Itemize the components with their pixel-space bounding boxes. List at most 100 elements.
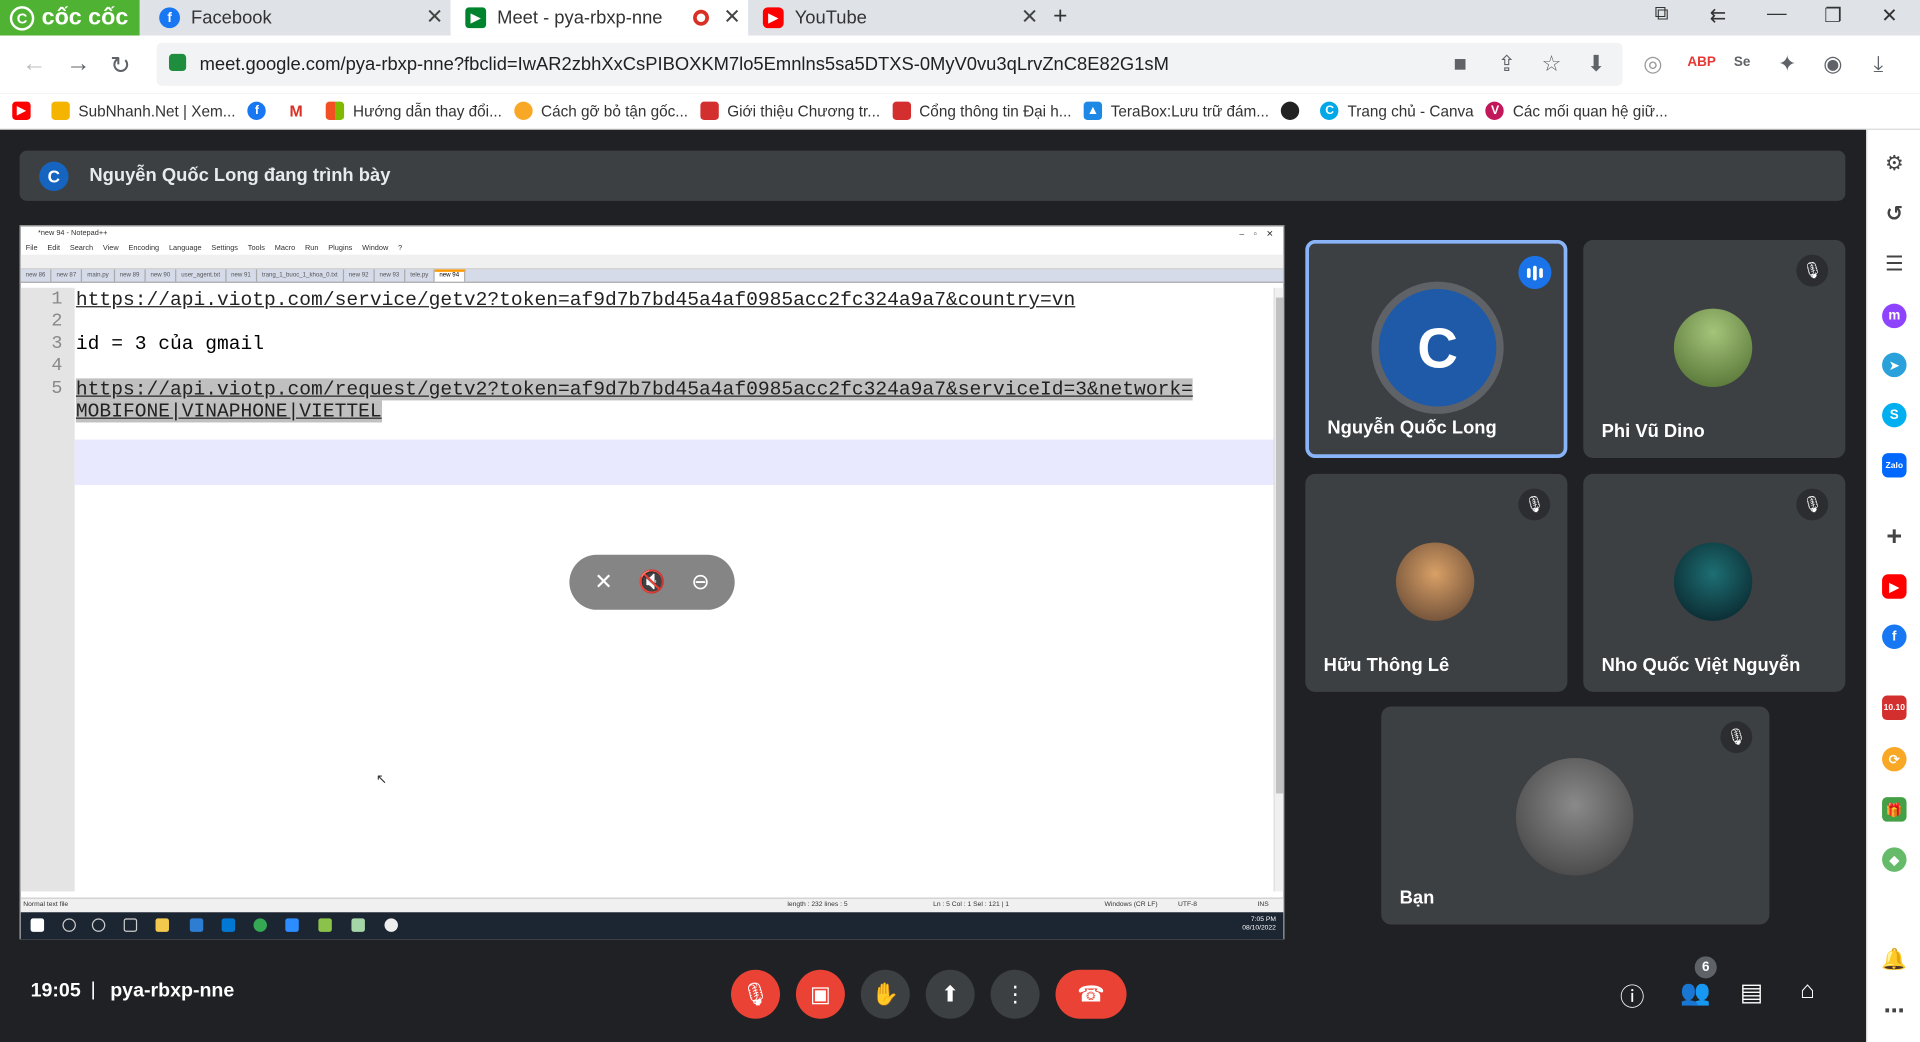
notepad-file-tab[interactable]: new 90: [146, 269, 177, 282]
bookmark-cachgo[interactable]: Cách gỡ bỏ tận gốc...: [514, 101, 688, 121]
telegram-icon[interactable]: ➤: [1882, 352, 1907, 378]
notepad-file-tab[interactable]: main.py: [82, 269, 115, 282]
notepad-file-tab[interactable]: trang_1_buoc_1_khoa_0.txt: [257, 269, 344, 282]
notepad-menu-item[interactable]: Plugins: [328, 242, 352, 254]
bookmark-congthongtin[interactable]: Cổng thông tin Đại h...: [892, 101, 1072, 121]
game-icon[interactable]: ◆: [1882, 847, 1907, 872]
download-page-icon[interactable]: ⬇: [1587, 51, 1605, 77]
profile-icon[interactable]: ◉: [1823, 51, 1842, 77]
scroll-thumb[interactable]: [1275, 297, 1284, 794]
bookmark-gioithieu[interactable]: Giới thiệu Chương tr...: [700, 101, 880, 121]
notepad-menu-item[interactable]: Edit: [47, 242, 60, 254]
notepad-menu-item[interactable]: Settings: [211, 242, 238, 254]
notepad-file-tab[interactable]: new 86: [21, 269, 52, 282]
bookmark-star-icon[interactable]: ☆: [1542, 51, 1562, 77]
mic-toggle-button[interactable]: 🎙: [731, 969, 781, 1019]
youtube-icon[interactable]: ▶: [1882, 574, 1907, 599]
notepad-menu-item[interactable]: Language: [169, 242, 202, 254]
history-icon[interactable]: ↺: [1882, 202, 1906, 226]
minimize-button[interactable]: —: [1749, 4, 1805, 26]
extensions-icon[interactable]: ✦: [1778, 51, 1796, 77]
notifications-bell-icon[interactable]: 🔔: [1881, 948, 1907, 972]
notepad-file-tab[interactable]: new 89: [115, 269, 146, 282]
raise-hand-button[interactable]: ✋: [860, 969, 910, 1019]
share-icon[interactable]: ⇪: [1498, 51, 1516, 77]
url-field[interactable]: meet.google.com/pya-rbxp-nne?fbclid=IwAR…: [156, 42, 1623, 86]
new-tab-button[interactable]: +: [1053, 2, 1067, 30]
gift-icon[interactable]: 🎁: [1882, 797, 1907, 822]
tab-youtube[interactable]: ▶ YouTube ✕: [748, 0, 1046, 36]
add-icon[interactable]: +: [1882, 520, 1906, 551]
bookmark-facebook[interactable]: f: [247, 101, 275, 121]
present-button[interactable]: ⬆: [925, 969, 975, 1019]
close-tab-icon[interactable]: ✕: [723, 5, 740, 29]
close-tab-icon[interactable]: ✕: [1021, 5, 1038, 29]
notepad-file-tab[interactable]: tele.py: [405, 269, 435, 282]
tile-nguyen-quoc-long[interactable]: C Nguyễn Quốc Long: [1305, 240, 1568, 458]
notepad-menu-item[interactable]: Macro: [275, 242, 295, 254]
tile-huu-thong-le[interactable]: 🎙 Hữu Thông Lê: [1305, 473, 1568, 692]
screenshot-icon[interactable]: ◎: [1643, 51, 1662, 77]
messenger-icon[interactable]: m: [1882, 303, 1907, 329]
camera-toggle-button[interactable]: ▣: [795, 969, 845, 1019]
bookmark-terabox[interactable]: ▲ TeraBox:Lưu trữ đám...: [1083, 101, 1269, 121]
notepad-menu-item[interactable]: Run: [305, 242, 318, 254]
reading-list-icon[interactable]: ☰: [1882, 252, 1906, 276]
browser-brand[interactable]: C cốc cốc: [0, 0, 140, 36]
chat-icon[interactable]: ▤: [1740, 977, 1763, 1008]
notepad-menu-item[interactable]: Search: [70, 242, 93, 254]
tile-nho-quoc-viet-nguyen[interactable]: 🎙 Nho Quốc Việt Nguyễn: [1583, 473, 1846, 692]
reload-icon[interactable]: ↻: [110, 50, 131, 81]
notepad-file-tab[interactable]: new 87: [52, 269, 83, 282]
bookmark-subnhanh[interactable]: SubNhanh.Net | Xem...: [51, 101, 236, 121]
notepad-menu-item[interactable]: ?: [398, 242, 402, 254]
notepad-file-tab[interactable]: new 91: [226, 269, 257, 282]
remove-icon[interactable]: ⊖: [691, 569, 709, 595]
skype-icon[interactable]: S: [1882, 402, 1907, 428]
more-horiz-icon[interactable]: ⋯: [1882, 999, 1906, 1023]
pin-off-icon[interactable]: ✕: [594, 569, 612, 595]
notepad-menu-item[interactable]: Encoding: [128, 242, 159, 254]
activities-icon[interactable]: ⌂: [1800, 977, 1815, 1005]
tile-ban[interactable]: 🎙 Bạn: [1381, 706, 1770, 925]
camera-icon[interactable]: ■: [1453, 51, 1466, 77]
close-window-button[interactable]: ✕: [1861, 4, 1917, 28]
forward-icon[interactable]: →: [66, 50, 90, 78]
bookmark-github[interactable]: [1281, 101, 1308, 121]
zalo-icon[interactable]: Zalo: [1882, 453, 1907, 478]
notepad-menu-item[interactable]: View: [103, 242, 119, 254]
back-to-tab-icon[interactable]: ⇇: [1690, 4, 1746, 28]
notepad-menu-item[interactable]: File: [26, 242, 38, 254]
volume-off-icon[interactable]: 🔇: [638, 569, 665, 595]
shopping-icon[interactable]: 10.10: [1882, 695, 1907, 721]
adblock-icon[interactable]: ABP: [1687, 55, 1715, 70]
bookmark-canva[interactable]: C Trang chủ - Canva: [1320, 101, 1474, 121]
coin-icon[interactable]: ⟳: [1882, 746, 1907, 772]
notepad-file-tab[interactable]: new 92: [344, 269, 375, 282]
tab-search-icon[interactable]: ⧉: [1633, 4, 1689, 26]
tab-meet[interactable]: ▶ Meet - pya-rbxp-nne ✕: [450, 0, 749, 36]
close-tab-icon[interactable]: ✕: [426, 5, 443, 29]
meeting-details-icon[interactable]: ⓘ: [1620, 977, 1644, 1013]
bookmark-youtube[interactable]: ▶: [12, 101, 39, 121]
more-options-button[interactable]: ⋮: [990, 969, 1040, 1019]
bookmark-quanhe[interactable]: V Các mối quan hệ giữ...: [1485, 101, 1668, 121]
selenium-icon[interactable]: Se: [1734, 55, 1750, 70]
people-icon[interactable]: 👥: [1680, 977, 1710, 1008]
notepad-menu-item[interactable]: Window: [362, 242, 388, 254]
bookmark-microsoft[interactable]: Hướng dẫn thay đổi...: [326, 101, 502, 121]
settings-gear-icon[interactable]: ⚙: [1882, 152, 1906, 176]
editor-scrollbar[interactable]: [1273, 287, 1284, 892]
notepad-menu-item[interactable]: Tools: [248, 242, 265, 254]
tab-facebook[interactable]: f Facebook ✕: [144, 0, 450, 36]
downloads-icon[interactable]: ⤓: [1873, 51, 1883, 77]
tile-phi-vu-dino[interactable]: 🎙 Phi Vũ Dino: [1583, 240, 1846, 458]
restore-button[interactable]: ❐: [1805, 4, 1861, 28]
notepad-file-tab[interactable]: user_agent.txt: [176, 269, 227, 282]
notepad-file-tab[interactable]: new 93: [375, 269, 406, 282]
facebook-icon[interactable]: f: [1882, 624, 1907, 649]
bookmark-gmail[interactable]: M: [286, 101, 314, 121]
back-icon[interactable]: ←: [22, 50, 46, 78]
leave-call-button[interactable]: ☎: [1055, 969, 1127, 1019]
notepad-file-tab[interactable]: new 94: [434, 269, 466, 282]
